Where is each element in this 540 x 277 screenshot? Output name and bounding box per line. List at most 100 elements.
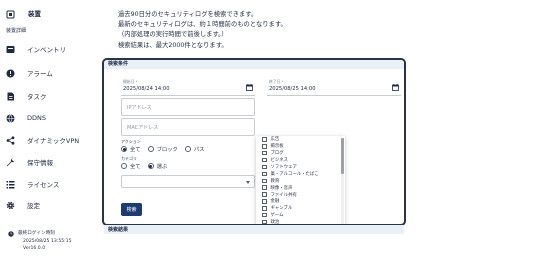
radio-icon [121,163,127,169]
start-date-value: 2025/08/24 14:00 [123,85,170,92]
dropdown-scrollbar-thumb[interactable] [341,138,344,174]
wrench-icon [6,158,15,167]
mac-address-input[interactable]: MACアドレス [121,118,255,136]
radio-selected-icon [121,146,127,152]
main-content: 過去90日分のセキュリティログを検索できます。 最新のセキュリティログは、約１時… [96,0,540,277]
description-line: 検索結果は、最大2000件となります。 [118,41,228,49]
category-option[interactable]: ブログ [256,150,345,157]
description-line: （内部処理の実行時間で前後します。） [118,31,228,39]
sidebar-item-inventory[interactable]: インベントリ [6,42,92,56]
description: 過去90日分のセキュリティログを検索できます。 最新のセキュリティログは、約１時… [118,10,287,51]
category-option-label: ゲーム [270,213,284,219]
description-line: 過去90日分のセキュリティログを検索できます。 [118,11,258,18]
device-icon [6,4,15,23]
search-button[interactable]: 検索 [121,203,142,216]
category-option[interactable]: 教育 [256,177,345,184]
category-radio-group: 全て 選ぶ [121,162,174,170]
calendar-icon[interactable] [246,84,253,93]
sidebar-item-alarm[interactable]: アラーム [6,66,92,80]
sidebar-item-label: インベントリ [27,46,66,54]
category-select[interactable] [121,175,255,188]
radio-label: 全て [130,164,141,170]
sidebar-item-task[interactable]: タスク [6,89,92,103]
sidebar-footer: 最終ログイン時刻 2025/08/25 13:55:15 Ver16.0.0 [8,230,72,253]
category-option-label: ギャンブル [270,206,293,212]
category-option-label: 映像・音声 [270,185,293,191]
category-option[interactable]: ビジネス [256,157,345,164]
radio-selected-icon [147,163,154,169]
category-option[interactable]: ギャンブル [256,205,345,212]
category-option-label: 金融 [270,199,280,205]
checkbox-icon [262,206,267,211]
checkbox-icon [262,219,267,224]
calendar-icon[interactable] [392,84,399,93]
task-icon [6,92,15,101]
category-option[interactable]: 広告 [256,136,345,143]
alarm-icon [6,69,15,78]
category-option-label: 掲示板 [270,144,284,150]
sidebar-item-settings[interactable]: 設定 [6,198,92,212]
category-option[interactable]: 映像・音声 [256,184,345,191]
sidebar: 装置 装置詳細 インベントリ アラーム タスク DDNS ダイナミックVPN 保… [0,0,96,277]
category-option-label: ファイル共有 [270,192,297,198]
sidebar-item-label: ダイナミックVPN [27,137,80,145]
category-option[interactable]: ゲーム [256,212,345,219]
category-option-label: ブログ [270,151,284,157]
gear-icon [6,201,15,210]
sidebar-item-ddns[interactable]: DDNS [6,111,92,125]
category-option[interactable]: 薬・アルコール・たばこ [256,170,345,177]
category-option[interactable]: ソフトウェア [256,164,345,171]
sidebar-item-device[interactable]: 装置 [6,6,41,20]
checkbox-icon [262,185,267,190]
radio-label: 選ぶ [156,164,168,170]
last-login-time: 2025/08/25 13:55:15 [23,238,72,244]
ip-address-placeholder: IPアドレス [127,104,152,111]
sidebar-item-label: 装置 [28,10,41,18]
sidebar-item-maintenance[interactable]: 保守情報 [6,155,92,169]
radio-icon [147,146,154,152]
clock-icon [8,231,14,237]
checkbox-icon [262,192,267,197]
radio-icon [184,146,191,152]
sidebar-item-label: DDNS [27,114,46,122]
sidebar-item-label: タスク [27,93,47,101]
search-panel: 検索条件 開始日 * 2025/08/24 14:00 終了日 * 2025/0… [102,58,406,226]
checkbox-icon [262,150,267,156]
category-option-label: 教育 [270,178,280,184]
checkbox-icon [262,178,267,184]
radio-label: ブロック [156,147,178,153]
category-radio-select[interactable]: 選ぶ [147,162,168,170]
checkbox-icon [262,137,267,142]
description-line: 最新のセキュリティログは、約１時間前のものとなります。 [118,21,287,29]
sidebar-item-label: ライセンス [27,181,60,189]
action-radio-block[interactable]: ブロック [147,145,178,153]
version-text: Ver16.0.0 [23,246,46,251]
action-radio-all[interactable]: 全て [121,145,141,153]
checkbox-icon [262,171,267,177]
checkbox-icon [262,144,267,149]
checkbox-icon [262,212,267,218]
radio-label: 全て [130,147,141,153]
checkbox-icon [262,164,267,170]
sidebar-item-dynamic-vpn[interactable]: ダイナミックVPN [6,133,92,147]
sidebar-item-label: 設定 [27,202,40,210]
globe-icon [6,113,15,123]
last-login-label: 最終ログイン時刻 [18,231,55,236]
chevron-down-icon [246,181,250,184]
inventory-icon [6,45,15,54]
action-radio-group: 全て ブロック パス [121,145,211,153]
category-radio-all[interactable]: 全て [121,162,141,170]
results-section-header: 検索結果 [104,225,404,234]
ip-address-input[interactable]: IPアドレス [121,98,255,116]
sidebar-item-label: アラーム [27,70,53,78]
category-option[interactable]: 掲示板 [256,143,345,150]
sidebar-item-license[interactable]: ライセンス [6,177,92,191]
action-radio-pass[interactable]: パス [184,145,205,153]
start-date-field[interactable]: 2025/08/24 14:00 [121,82,255,96]
list-icon [6,180,15,189]
category-option[interactable]: 金融 [256,198,345,205]
radio-label: パス [193,147,205,153]
category-option[interactable]: ファイル共有 [256,191,345,198]
end-date-field[interactable]: 2025/08/25 14:00 [267,82,401,96]
category-dropdown: 広告 掲示板 ブログ ビジネス ソフトウェア 薬・アルコール・たばこ 教育 映像… [256,136,345,224]
